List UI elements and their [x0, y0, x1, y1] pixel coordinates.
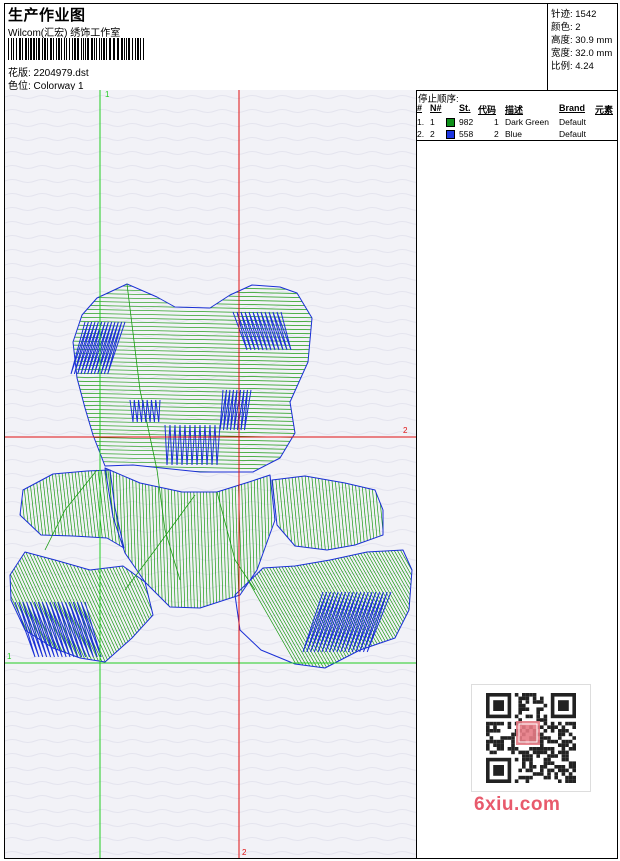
stats-panel: 针迹: 1542 颜色: 2 高度: 30.9 mm 宽度: 32.0 mm 比… [547, 4, 618, 91]
embroidery-preview [5, 90, 416, 858]
barcode [8, 38, 144, 60]
design-scale: 比例: 4.24 [551, 61, 594, 72]
guide-v1-label: 1 [105, 90, 110, 99]
production-worksheet: 生产作业图 Wilcom(汇宏) 绣饰工作室 花版: 2204979.dst 色… [4, 3, 618, 859]
header-panel: 生产作业图 Wilcom(汇宏) 绣饰工作室 花版: 2204979.dst 色… [5, 4, 547, 92]
design-height: 高度: 30.9 mm [551, 35, 613, 46]
design-width: 宽度: 32.0 mm [551, 48, 613, 59]
col-element: 元素 [595, 105, 614, 115]
stitch-count: 针迹: 1542 [551, 9, 597, 20]
color-swatch [446, 118, 455, 127]
company-name: Wilcom(汇宏) 绣饰工作室 [8, 28, 121, 39]
table-row[interactable]: 1. 1 982 1 Dark Green Default [416, 117, 617, 129]
col-stitches: St. [459, 103, 471, 113]
stop-sequence-table: 停止顺序: # N# St. 代码 描述 Brand 元素 1. 1 982 1… [416, 90, 617, 141]
color-swatch [446, 130, 455, 139]
col-number: N# [430, 103, 442, 113]
watermark-logo: 6xiu.com [474, 794, 561, 815]
page-title: 生产作业图 [8, 7, 86, 24]
col-index: # [417, 103, 423, 113]
qr-code [471, 684, 591, 792]
guide-h2-label: 2 [403, 426, 408, 435]
guide-h1-label: 1 [7, 652, 12, 661]
col-brand: Brand [559, 103, 586, 113]
stop-sequence-panel: 停止顺序: # N# St. 代码 描述 Brand 元素 1. 1 982 1… [416, 90, 617, 858]
guide-v2-label: 2 [242, 848, 247, 857]
table-row[interactable]: 2. 2 558 2 Blue Default [416, 129, 617, 141]
col-description: 描述 [505, 105, 524, 115]
color-count: 颜色: 2 [551, 22, 581, 33]
design-canvas[interactable]: 1 2 2 1 [5, 90, 417, 858]
col-code: 代码 [478, 105, 497, 115]
